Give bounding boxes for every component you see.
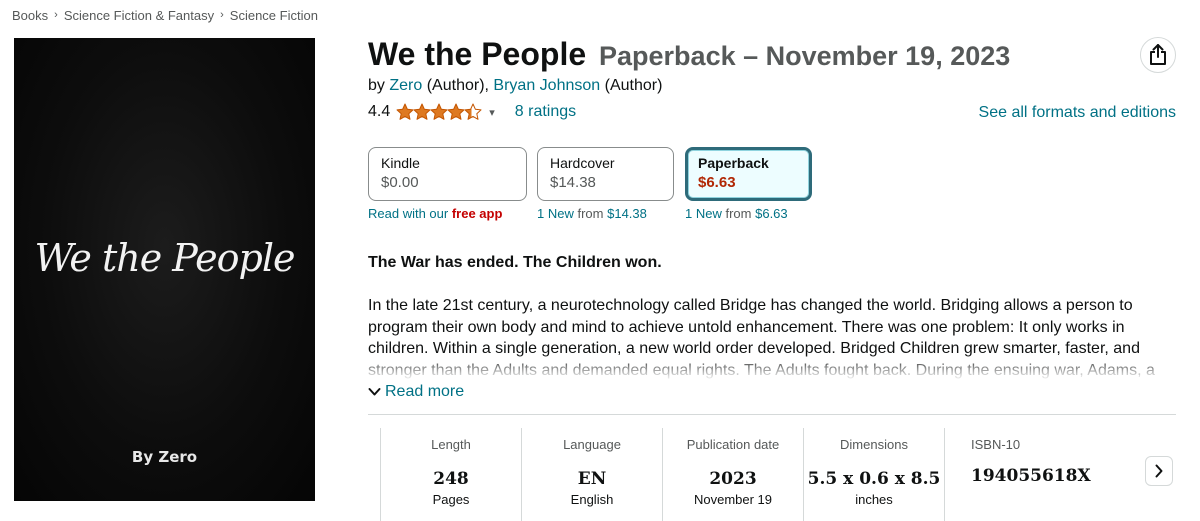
format-name: Paperback <box>698 155 769 171</box>
detail-label: ISBN-10 <box>971 437 1021 452</box>
detail-isbn10: ISBN-10 194055618X <box>944 428 1091 521</box>
detail-label: Publication date <box>686 437 780 452</box>
share-icon <box>1150 44 1166 65</box>
detail-value: 5.5 x 0.6 x 8.5 <box>807 469 941 489</box>
format-price: $0.00 <box>381 174 419 191</box>
breadcrumb-item-science-fiction[interactable]: Science Fiction <box>230 8 318 23</box>
from-text: from <box>577 206 604 221</box>
new-offers-link[interactable]: 1 New <box>537 206 574 221</box>
hardcover-sub-line: 1 New from $14.38 <box>537 206 647 221</box>
paperback-sub-line: 1 New from $6.63 <box>685 206 788 221</box>
share-button[interactable] <box>1140 37 1176 73</box>
product-title: We the People Paperback – November 19, 2… <box>368 36 1010 73</box>
description-tagline: The War has ended. The Children won. <box>368 254 662 271</box>
read-more-label: Read more <box>385 383 465 400</box>
product-format-date: Paperback – November 19, 2023 <box>599 41 1011 71</box>
book-cover-image[interactable]: We the People By Zero <box>14 38 315 501</box>
detail-sub: English <box>570 492 614 507</box>
cover-title-text: We the People <box>34 236 295 280</box>
carousel-next-button[interactable] <box>1145 456 1173 486</box>
breadcrumb: Books › Science Fiction & Fantasy › Scie… <box>12 6 318 24</box>
format-price: $14.38 <box>550 174 596 191</box>
detail-sub: November 19 <box>693 492 773 507</box>
breadcrumb-separator-icon: › <box>54 9 58 21</box>
chevron-right-icon <box>1155 464 1163 478</box>
read-more-button[interactable]: Read more <box>368 381 464 403</box>
detail-label: Length <box>431 437 471 452</box>
detail-language: Language EN English <box>521 428 662 521</box>
cover-author-text: By Zero <box>131 448 198 466</box>
author-link-zero[interactable]: Zero <box>389 77 422 94</box>
format-option-hardcover[interactable]: Hardcover $14.38 <box>537 147 674 201</box>
detail-length: Length 248 Pages <box>380 428 521 521</box>
author-role: (Author), <box>426 77 489 94</box>
detail-value: 2023 <box>709 469 757 489</box>
star-icon <box>430 103 448 120</box>
star-icon <box>413 103 431 120</box>
divider <box>368 414 1176 415</box>
rating-row: 4.4 ▾ 8 ratings <box>368 101 576 123</box>
detail-value: 194055618X <box>971 466 1091 486</box>
author-link-bryan-johnson[interactable]: Bryan Johnson <box>493 77 600 94</box>
detail-sub: Pages <box>432 492 470 507</box>
detail-label: Language <box>563 437 621 452</box>
detail-publication-date: Publication date 2023 November 19 <box>662 428 803 521</box>
detail-value: 248 <box>433 469 469 489</box>
breadcrumb-item-sci-fi-fantasy[interactable]: Science Fiction & Fantasy <box>64 8 214 23</box>
format-name: Hardcover <box>550 155 615 171</box>
format-name: Kindle <box>381 155 420 171</box>
free-app-link[interactable]: free app <box>452 206 503 221</box>
format-option-paperback[interactable]: Paperback $6.63 <box>685 147 812 201</box>
format-option-kindle[interactable]: Kindle $0.00 <box>368 147 527 201</box>
star-rating[interactable] <box>396 103 482 121</box>
detail-sub: inches <box>855 492 893 507</box>
byline: by Zero (Author), Bryan Johnson (Author) <box>368 77 662 95</box>
detail-dimensions: Dimensions 5.5 x 0.6 x 8.5 inches <box>803 428 944 521</box>
chevron-down-icon <box>368 388 381 396</box>
see-all-formats-link[interactable]: See all formats and editions <box>979 104 1176 122</box>
kindle-sub-line: Read with our free app <box>368 206 502 221</box>
description-fade <box>368 355 1178 383</box>
offer-price-link[interactable]: $6.63 <box>755 206 788 221</box>
detail-value: EN <box>577 469 607 489</box>
read-with-app-text[interactable]: Read with our <box>368 206 448 221</box>
star-icon <box>396 103 414 120</box>
from-text: from <box>725 206 752 221</box>
chevron-down-icon[interactable]: ▾ <box>489 106 495 119</box>
rating-value[interactable]: 4.4 <box>368 103 390 121</box>
offer-price-link[interactable]: $14.38 <box>607 206 647 221</box>
detail-label: Dimensions <box>840 437 908 452</box>
new-offers-link[interactable]: 1 New <box>685 206 722 221</box>
star-icon <box>464 103 482 120</box>
author-role: (Author) <box>604 77 663 94</box>
breadcrumb-item-books[interactable]: Books <box>12 8 48 23</box>
star-icon <box>447 103 465 120</box>
product-title-text: We the People <box>368 36 587 72</box>
byline-prefix: by <box>368 77 385 94</box>
ratings-count-link[interactable]: 8 ratings <box>515 103 576 121</box>
format-price: $6.63 <box>698 174 736 191</box>
breadcrumb-separator-icon: › <box>220 9 224 21</box>
